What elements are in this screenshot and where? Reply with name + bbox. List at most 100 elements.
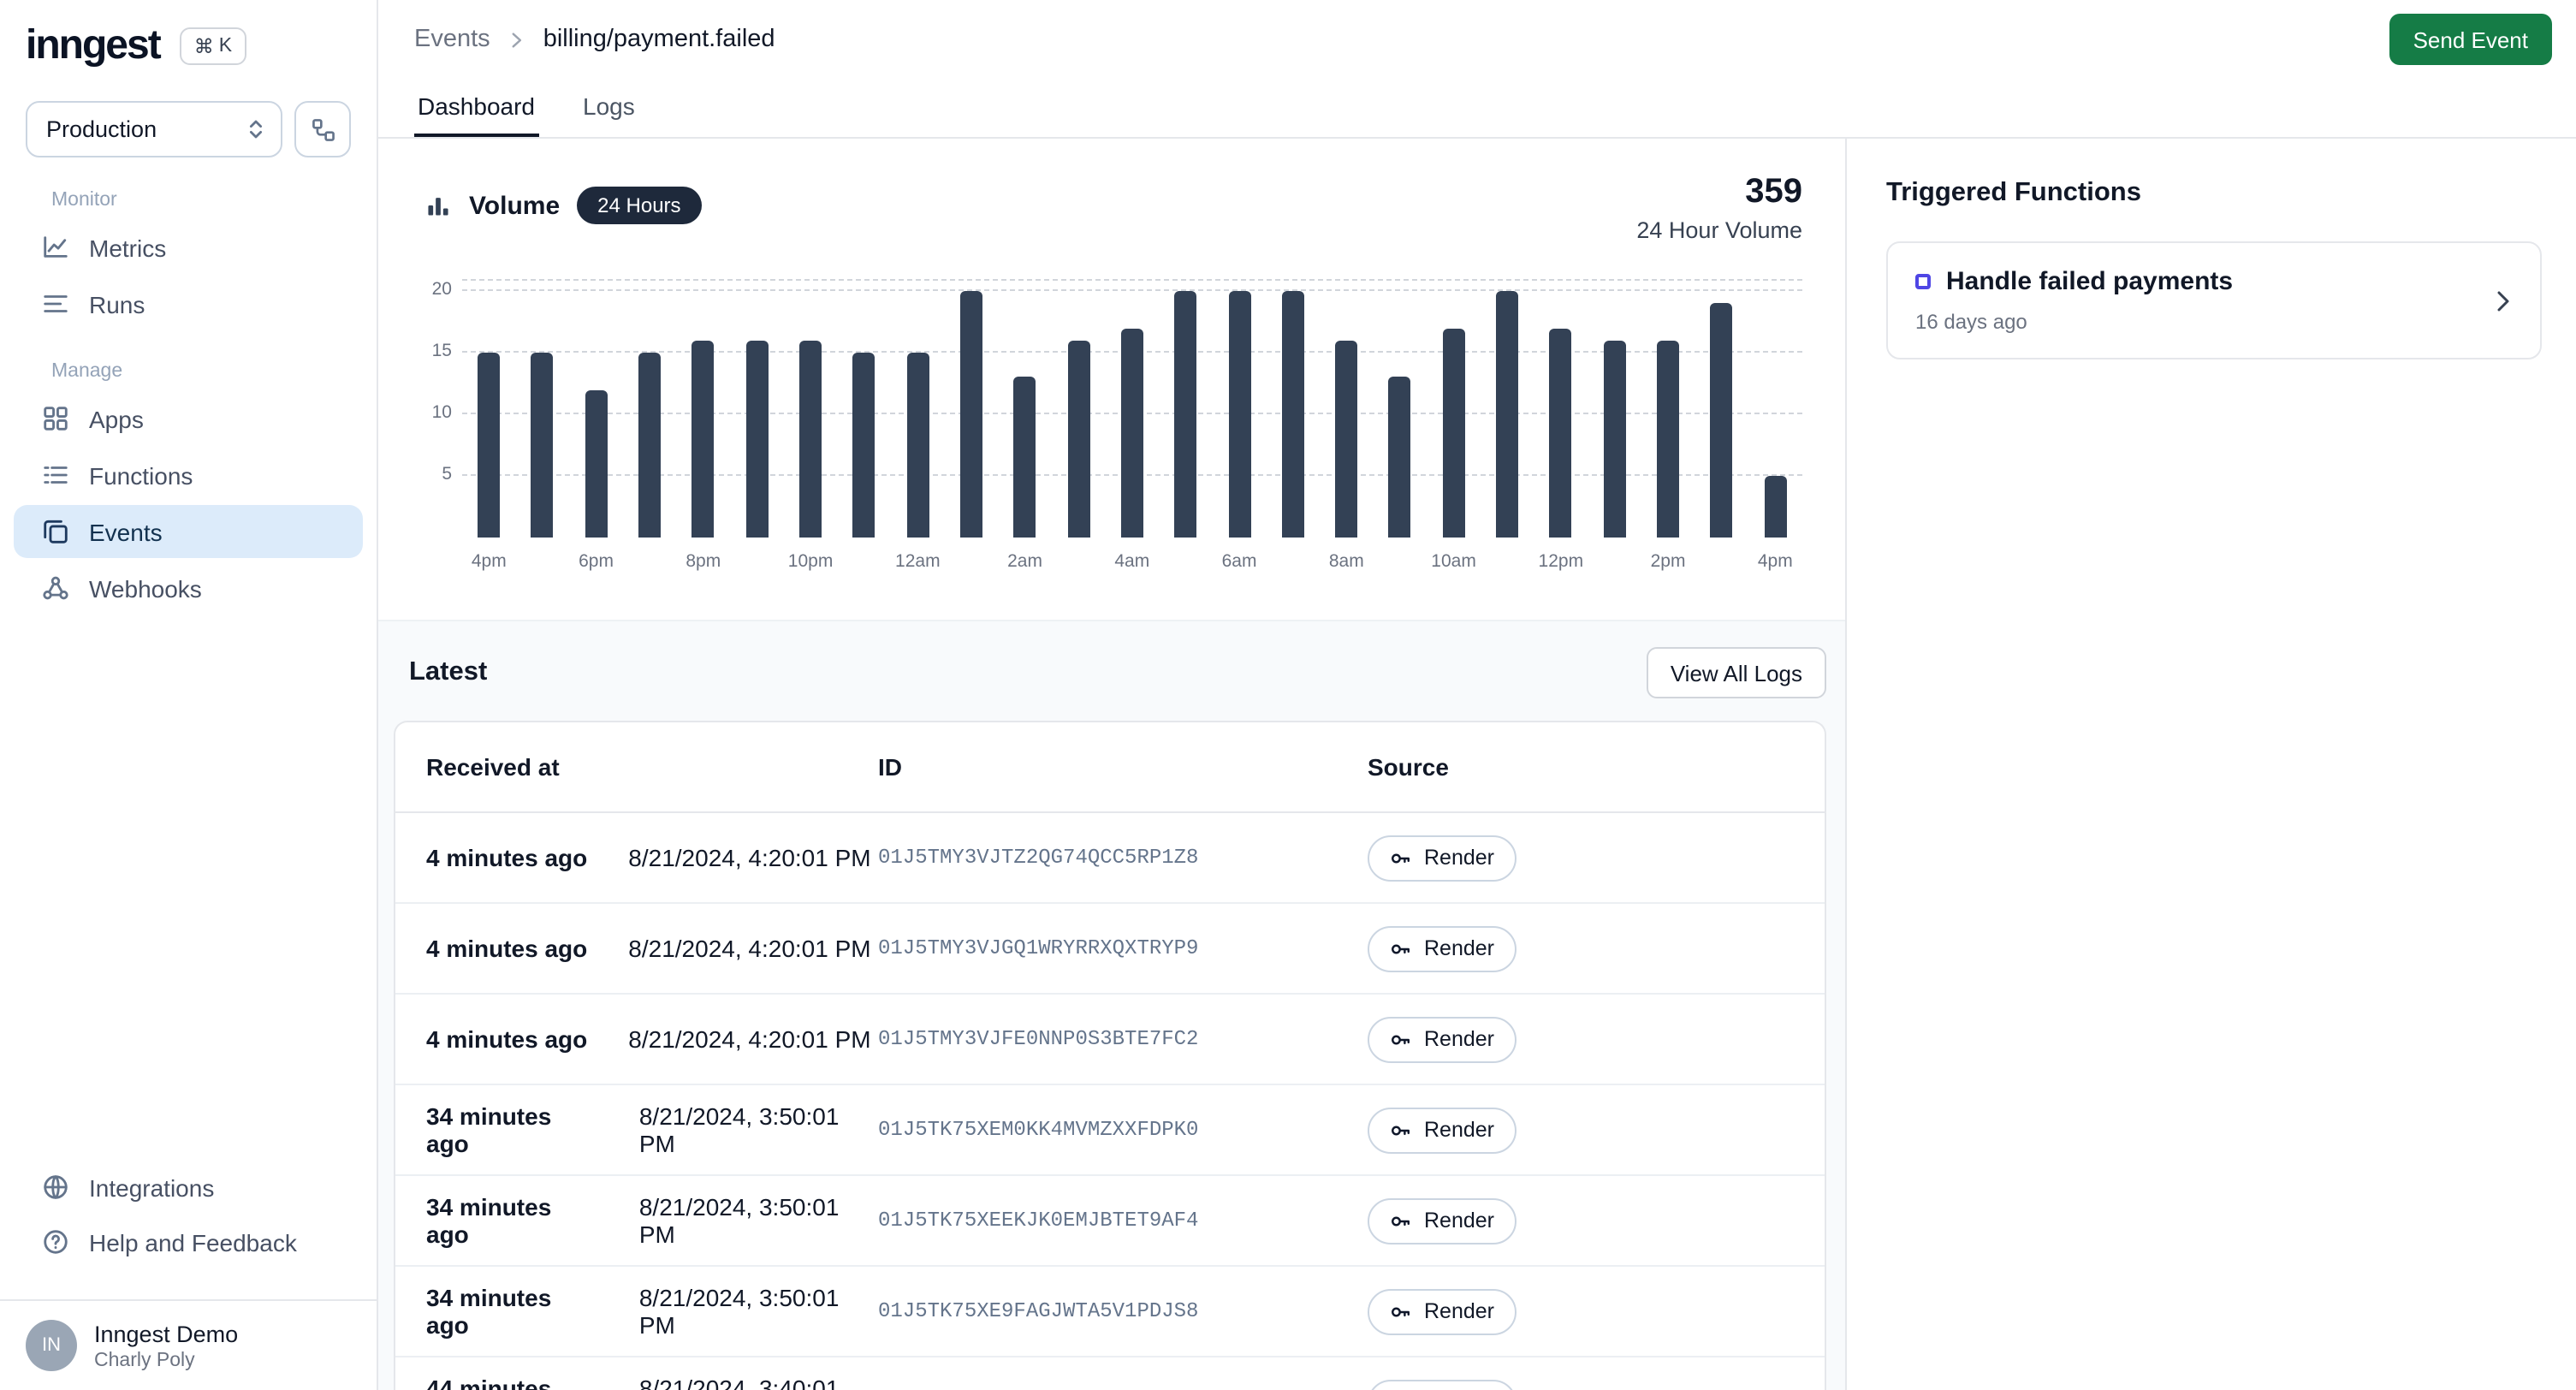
x-axis-label	[516, 551, 570, 572]
bar-slot	[1427, 281, 1481, 538]
source-badge[interactable]: Render	[1368, 925, 1517, 971]
event-id: 01J5TK75XE9FAGJWTA5V1PDJS8	[878, 1299, 1368, 1323]
key-icon	[1390, 1028, 1412, 1050]
volume-bar	[585, 389, 608, 538]
apps-grid-icon	[41, 404, 70, 433]
received-cell: 4 minutes ago 8/21/2024, 4:20:01 PM	[395, 844, 878, 871]
x-axis-label: 2am	[998, 551, 1052, 572]
source-badge[interactable]: Render	[1368, 1197, 1517, 1244]
workflow-icon	[309, 116, 336, 143]
sidebar-item-functions[interactable]: Functions	[14, 448, 363, 502]
received-cell: 44 minutes ago 8/21/2024, 3:40:01 PM	[395, 1375, 878, 1390]
table-row[interactable]: 4 minutes ago 8/21/2024, 4:20:01 PM 01J5…	[395, 813, 1825, 904]
received-relative: 44 minutes ago	[426, 1375, 598, 1390]
x-axis-label	[1374, 551, 1427, 572]
source-label: Render	[1424, 846, 1494, 870]
triggered-functions-panel: Triggered Functions Handle failed paymen…	[1847, 139, 2576, 1390]
sidebar-item-events[interactable]: Events	[14, 505, 363, 558]
bar-slot	[1266, 281, 1320, 538]
source-badge[interactable]: Render	[1368, 1379, 1517, 1390]
volume-bar	[1174, 291, 1196, 538]
source-label: Render	[1424, 1209, 1494, 1233]
bar-slot	[1748, 281, 1802, 538]
table-row[interactable]: 34 minutes ago 8/21/2024, 3:50:01 PM 01J…	[395, 1085, 1825, 1176]
source-badge[interactable]: Render	[1368, 1107, 1517, 1153]
triggered-function-card[interactable]: Handle failed payments 16 days ago	[1886, 241, 2542, 359]
sidebar-section-monitor: Monitor	[0, 161, 377, 219]
inngest-logo: inngest	[26, 22, 160, 70]
bar-slot	[1320, 281, 1374, 538]
x-axis-label	[945, 551, 999, 572]
user-org: Charly Poly	[94, 1350, 238, 1370]
avatar: IN	[26, 1320, 77, 1371]
sidebar-item-webhooks[interactable]: Webhooks	[14, 561, 363, 615]
x-axis-label: 10am	[1427, 551, 1481, 572]
key-icon	[1390, 846, 1412, 869]
x-axis-label: 8am	[1320, 551, 1374, 572]
user-menu[interactable]: IN Inngest Demo Charly Poly	[0, 1299, 377, 1390]
source-badge[interactable]: Render	[1368, 1288, 1517, 1334]
bar-chart-icon	[424, 192, 452, 219]
sidebar-item-label: Events	[89, 518, 163, 545]
command-icon: ⌘	[194, 34, 214, 58]
x-axis-label	[1695, 551, 1748, 572]
send-event-button[interactable]: Send Event	[2389, 14, 2552, 65]
main-column: Volume 24 Hours 359 24 Hour Volume 51015…	[378, 139, 1847, 1390]
received-timestamp: 8/21/2024, 3:40:01 PM	[639, 1375, 878, 1390]
table-row[interactable]: 34 minutes ago 8/21/2024, 3:50:01 PM 01J…	[395, 1176, 1825, 1267]
bar-slot	[730, 281, 784, 538]
table-row[interactable]: 4 minutes ago 8/21/2024, 4:20:01 PM 01J5…	[395, 995, 1825, 1085]
x-axis-label	[1052, 551, 1106, 572]
environment-selector[interactable]: Production	[26, 101, 282, 157]
volume-bar	[1496, 291, 1518, 538]
triggered-functions-title: Triggered Functions	[1886, 178, 2542, 209]
bar-slot	[1588, 281, 1641, 538]
sidebar-item-runs[interactable]: Runs	[14, 277, 363, 330]
sidebar-item-integrations[interactable]: Integrations	[14, 1161, 363, 1214]
breadcrumb-events-link[interactable]: Events	[414, 26, 490, 53]
source-cell: Render	[1368, 835, 1825, 881]
sidebar-item-help[interactable]: Help and Feedback	[14, 1215, 363, 1268]
x-axis-label	[837, 551, 891, 572]
functions-list-icon	[41, 460, 70, 490]
volume-total: 359	[1636, 173, 1802, 212]
x-axis-label: 4pm	[1748, 551, 1802, 572]
tab-dashboard[interactable]: Dashboard	[414, 79, 538, 137]
bar-slot	[1695, 281, 1748, 538]
function-icon	[1915, 274, 1931, 289]
y-axis-label: 10	[432, 402, 452, 423]
x-axis-label	[1266, 551, 1320, 572]
tab-logs[interactable]: Logs	[579, 79, 638, 137]
environment-selector-value: Production	[46, 116, 157, 142]
table-row[interactable]: 4 minutes ago 8/21/2024, 4:20:01 PM 01J5…	[395, 904, 1825, 995]
x-axis: 4pm6pm8pm10pm12am2am4am6am8am10am12pm2pm…	[462, 551, 1802, 572]
source-badge[interactable]: Render	[1368, 1016, 1517, 1062]
event-id: 01J5TK75XEEKJK0EMJBTET9AF4	[878, 1209, 1368, 1233]
volume-bar	[692, 341, 715, 538]
volume-header: Volume 24 Hours 359 24 Hour Volume	[424, 173, 1802, 243]
logo-row: inngest ⌘ K	[0, 0, 377, 86]
sidebar-item-metrics[interactable]: Metrics	[14, 221, 363, 274]
metrics-icon	[41, 233, 70, 262]
help-question-icon	[41, 1227, 70, 1256]
source-badge[interactable]: Render	[1368, 835, 1517, 881]
x-axis-label: 4pm	[462, 551, 516, 572]
environment-row: Production	[0, 86, 377, 161]
table-row[interactable]: 44 minutes ago 8/21/2024, 3:40:01 PM 01J…	[395, 1357, 1825, 1390]
sidebar-footer: Integrations Help and Feedback	[0, 1159, 377, 1284]
command-k-shortcut[interactable]: ⌘ K	[181, 27, 246, 65]
sidebar-item-apps[interactable]: Apps	[14, 392, 363, 445]
received-timestamp: 8/21/2024, 3:50:01 PM	[639, 1284, 878, 1339]
latest-header: Latest View All Logs	[378, 621, 1845, 721]
environment-settings-button[interactable]	[294, 101, 351, 157]
view-all-logs-button[interactable]: View All Logs	[1647, 647, 1826, 698]
bar-slot	[945, 281, 999, 538]
sidebar-item-label: Integrations	[89, 1173, 214, 1201]
received-timestamp: 8/21/2024, 4:20:01 PM	[628, 935, 870, 962]
volume-bar	[478, 353, 500, 538]
volume-bar	[638, 353, 661, 538]
sidebar-item-label: Runs	[89, 290, 145, 318]
volume-bar	[1764, 476, 1786, 538]
x-axis-label: 8pm	[677, 551, 731, 572]
table-row[interactable]: 34 minutes ago 8/21/2024, 3:50:01 PM 01J…	[395, 1267, 1825, 1357]
